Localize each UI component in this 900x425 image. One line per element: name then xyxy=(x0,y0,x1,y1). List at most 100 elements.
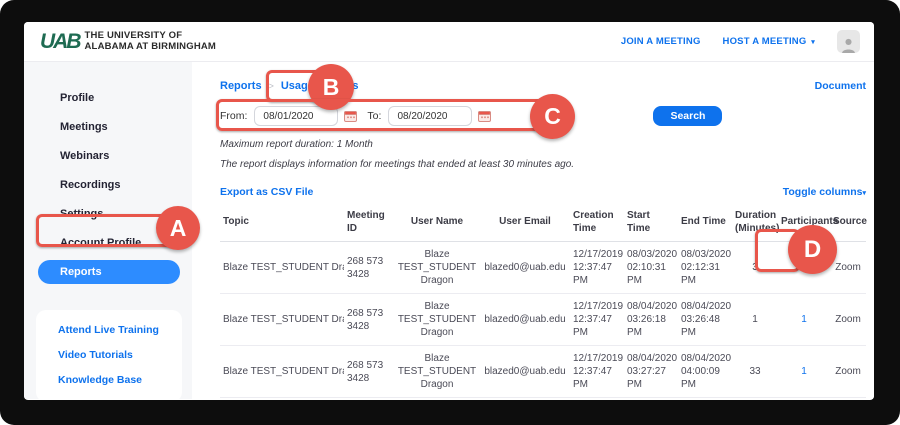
chevron-down-icon: ▾ xyxy=(862,190,866,197)
sidebar-item-recordings[interactable]: Recordings xyxy=(24,173,192,197)
toggle-columns-link[interactable]: Toggle columns▾ xyxy=(783,186,866,198)
breadcrumb-reports-link[interactable]: Reports xyxy=(220,80,262,92)
cell-duration: 1 xyxy=(732,294,778,346)
cell-start-time: 08/05/2020 10:24:01 AM xyxy=(624,398,678,401)
sidebar-item-webinars[interactable]: Webinars xyxy=(24,144,192,168)
cell-topic: Blaze TEST_STUDENT Drago... xyxy=(220,398,344,401)
col-header-end-time: End Time xyxy=(678,204,732,242)
cell-user-name: Blaze TEST_STUDENT Dragon xyxy=(394,398,480,401)
participants-count-link[interactable]: 4 xyxy=(801,262,807,273)
page-body: Profile Meetings Webinars Recordings Set… xyxy=(24,62,874,399)
cell-start-time: 08/04/2020 03:26:18 PM xyxy=(624,294,678,346)
cell-duration: 104 xyxy=(732,398,778,401)
table-toolbar: Export as CSV File Toggle columns▾ xyxy=(220,186,866,198)
cell-creation-time: 12/17/2019 12:37:47 PM xyxy=(570,398,624,401)
cell-start-time: 08/04/2020 03:27:27 PM xyxy=(624,346,678,398)
table-row: Blaze TEST_STUDENT Drago... 268 573 3428… xyxy=(220,346,866,398)
cell-duration: 33 xyxy=(732,346,778,398)
cell-user-email: blazed0@uab.edu xyxy=(480,294,570,346)
sidebar-item-reports[interactable]: Reports xyxy=(38,260,180,284)
table-row: Blaze TEST_STUDENT Drago... 268 573 3428… xyxy=(220,294,866,346)
cell-user-email: blazed0@uab.edu xyxy=(480,398,570,401)
org-line1: THE UNIVERSITY OF xyxy=(85,30,183,41)
usage-reports-table: Topic Meeting ID User Name User Email Cr… xyxy=(220,204,866,400)
from-date-input[interactable] xyxy=(254,106,338,126)
attend-live-training-link[interactable]: Attend Live Training xyxy=(58,324,182,336)
main-content: Reports > Usage Reports Document From: xyxy=(192,62,874,399)
col-header-topic: Topic xyxy=(220,204,344,242)
cell-source: Zoom xyxy=(830,294,866,346)
calendar-icon[interactable] xyxy=(478,110,491,122)
col-header-meeting-id: Meeting ID xyxy=(344,204,394,242)
document-link[interactable]: Document xyxy=(815,80,866,92)
cell-user-name: Blaze TEST_STUDENT Dragon xyxy=(394,242,480,294)
cell-creation-time: 12/17/2019 12:37:47 PM xyxy=(570,346,624,398)
max-duration-note: Maximum report duration: 1 Month xyxy=(220,139,866,150)
col-header-start-time: Start Time xyxy=(624,204,678,242)
from-label: From: xyxy=(220,110,247,122)
table-row: Blaze TEST_STUDENT Drago... 268 573 3428… xyxy=(220,242,866,294)
cell-source: Zoom xyxy=(830,242,866,294)
sidebar-item-meetings[interactable]: Meetings xyxy=(24,115,192,139)
sidebar-item-account-profile[interactable]: Account Profile xyxy=(24,231,192,255)
sidebar-item-profile[interactable]: Profile xyxy=(24,86,192,110)
participants-count-link[interactable]: 1 xyxy=(801,314,807,325)
col-header-user-name: User Name xyxy=(394,204,480,242)
uab-org-name: THE UNIVERSITY OF ALABAMA AT BIRMINGHAM xyxy=(85,31,217,52)
topbar-actions: JOIN A MEETING HOST A MEETING ▾ xyxy=(621,30,860,53)
tab-usage-reports[interactable]: Usage Reports xyxy=(281,80,359,92)
breadcrumb: Reports > Usage Reports Document xyxy=(220,80,866,92)
cell-topic: Blaze TEST_STUDENT Drago... xyxy=(220,294,344,346)
table-row: Blaze TEST_STUDENT Drago... 268 573 3428… xyxy=(220,398,866,401)
cell-topic: Blaze TEST_STUDENT Drago... xyxy=(220,242,344,294)
screenshot-frame: UAB THE UNIVERSITY OF ALABAMA AT BIRMING… xyxy=(0,0,900,425)
join-a-meeting-link[interactable]: JOIN A MEETING xyxy=(621,36,701,47)
cell-meeting-id: 268 573 3428 xyxy=(344,294,394,346)
report-info-note: The report displays information for meet… xyxy=(220,159,866,170)
export-csv-link[interactable]: Export as CSV File xyxy=(220,186,313,198)
sidebar-help-card: Attend Live Training Video Tutorials Kno… xyxy=(36,310,182,400)
date-filter-form: From: To: xyxy=(220,103,866,129)
org-line2: ALABAMA AT BIRMINGHAM xyxy=(85,41,217,52)
cell-meeting-id: 268 573 3428 xyxy=(344,398,394,401)
cell-source: Zoom xyxy=(830,398,866,401)
sidebar: Profile Meetings Webinars Recordings Set… xyxy=(24,62,192,399)
sidebar-item-settings[interactable]: Settings xyxy=(24,202,192,226)
cell-creation-time: 12/17/2019 12:37:47 PM xyxy=(570,294,624,346)
to-label: To: xyxy=(367,110,381,122)
cell-end-time: 08/05/2020 12:07:29 PM xyxy=(678,398,732,401)
cell-user-name: Blaze TEST_STUDENT Dragon xyxy=(394,294,480,346)
cell-user-name: Blaze TEST_STUDENT Dragon xyxy=(394,346,480,398)
col-header-source: Source xyxy=(830,204,866,242)
cell-meeting-id: 268 573 3428 xyxy=(344,346,394,398)
host-a-meeting-link[interactable]: HOST A MEETING ▾ xyxy=(723,36,815,47)
search-button[interactable]: Search xyxy=(653,106,722,126)
col-header-creation-time: Creation Time xyxy=(570,204,624,242)
chevron-down-icon: ▾ xyxy=(811,39,815,46)
cell-end-time: 08/04/2020 03:26:48 PM xyxy=(678,294,732,346)
cell-topic: Blaze TEST_STUDENT Drago... xyxy=(220,346,344,398)
col-header-user-email: User Email xyxy=(480,204,570,242)
calendar-icon[interactable] xyxy=(344,110,357,122)
cell-duration: 3 xyxy=(732,242,778,294)
participants-count-link[interactable]: 1 xyxy=(801,366,807,377)
cell-user-email: blazed0@uab.edu xyxy=(480,346,570,398)
user-avatar[interactable] xyxy=(837,30,860,53)
cell-start-time: 08/03/2020 02:10:31 PM xyxy=(624,242,678,294)
uab-logo[interactable]: UAB THE UNIVERSITY OF ALABAMA AT BIRMING… xyxy=(40,31,216,52)
cell-user-email: blazed0@uab.edu xyxy=(480,242,570,294)
video-tutorials-link[interactable]: Video Tutorials xyxy=(58,349,182,361)
knowledge-base-link[interactable]: Knowledge Base xyxy=(58,374,182,386)
col-header-duration: Duration (Minutes) xyxy=(732,204,778,242)
breadcrumb-separator: > xyxy=(269,81,274,91)
top-navigation-bar: UAB THE UNIVERSITY OF ALABAMA AT BIRMING… xyxy=(24,22,874,62)
zoom-web-portal: UAB THE UNIVERSITY OF ALABAMA AT BIRMING… xyxy=(24,22,874,400)
col-header-participants: Participants xyxy=(778,204,830,242)
person-icon xyxy=(840,36,857,53)
cell-creation-time: 12/17/2019 12:37:47 PM xyxy=(570,242,624,294)
table-header-row: Topic Meeting ID User Name User Email Cr… xyxy=(220,204,866,242)
to-date-input[interactable] xyxy=(388,106,472,126)
uab-logo-mark: UAB xyxy=(40,31,80,52)
cell-end-time: 08/04/2020 04:00:09 PM xyxy=(678,346,732,398)
cell-end-time: 08/03/2020 02:12:31 PM xyxy=(678,242,732,294)
